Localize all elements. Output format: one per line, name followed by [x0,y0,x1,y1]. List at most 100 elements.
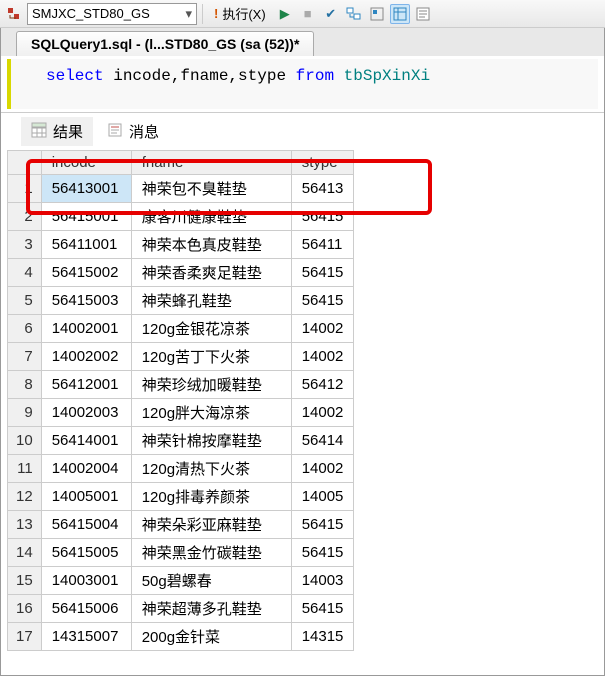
cell-incode[interactable]: 56414001 [41,427,131,455]
table-row[interactable]: 1214005001120g排毒养颜茶14005 [8,483,354,511]
cell-stype[interactable]: 56415 [291,511,354,539]
cell-incode[interactable]: 14005001 [41,483,131,511]
change-connection-icon[interactable] [4,4,24,24]
row-number: 17 [8,623,42,651]
cell-fname[interactable]: 200g金针菜 [131,623,291,651]
parse-check-icon[interactable]: ✔ [321,4,341,24]
message-icon [107,122,123,142]
table-row[interactable]: 714002002120g苦丁下火茶14002 [8,343,354,371]
grid-icon [31,122,47,142]
cell-incode[interactable]: 56412001 [41,371,131,399]
row-number: 6 [8,315,42,343]
results-to-grid-icon[interactable] [344,4,364,24]
cell-incode[interactable]: 56415003 [41,287,131,315]
cell-incode[interactable]: 56415001 [41,203,131,231]
row-number: 13 [8,511,42,539]
cell-stype[interactable]: 14002 [291,343,354,371]
table-row[interactable]: 1714315007200g金针菜14315 [8,623,354,651]
display-estimated-plan-icon[interactable] [367,4,387,24]
cell-fname[interactable]: 神荣香柔爽足鞋垫 [131,259,291,287]
table-row[interactable]: 256415001康客川健康鞋垫56415 [8,203,354,231]
cell-incode[interactable]: 56415006 [41,595,131,623]
cell-stype[interactable]: 56415 [291,203,354,231]
table-row[interactable]: 1356415004神荣朵彩亚麻鞋垫56415 [8,511,354,539]
tab-results[interactable]: 结果 [21,117,93,146]
col-header-incode[interactable]: incode [41,151,131,175]
table-row[interactable]: 1456415005神荣黑金竹碳鞋垫56415 [8,539,354,567]
cell-fname[interactable]: 120g金银花凉茶 [131,315,291,343]
cell-stype[interactable]: 56412 [291,371,354,399]
cell-incode[interactable]: 14002004 [41,455,131,483]
cell-stype[interactable]: 56413 [291,175,354,203]
cell-incode[interactable]: 14315007 [41,623,131,651]
cell-fname[interactable]: 50g碧螺春 [131,567,291,595]
result-grid: incode fname stype 156413001神荣包不臭鞋垫56413… [7,150,354,651]
cell-stype[interactable]: 56415 [291,287,354,315]
sql-columns: incode,fname,stype [104,67,296,85]
sql-table: tbSpXinXi [334,67,430,85]
cell-fname[interactable]: 神荣本色真皮鞋垫 [131,231,291,259]
file-tab-sqlquery1[interactable]: SQLQuery1.sql - (l...STD80_GS (sa (52))* [16,31,314,56]
cell-stype[interactable]: 56414 [291,427,354,455]
row-number: 11 [8,455,42,483]
table-row[interactable]: 456415002神荣香柔爽足鞋垫56415 [8,259,354,287]
cell-fname[interactable]: 神荣珍绒加暖鞋垫 [131,371,291,399]
table-row[interactable]: 356411001神荣本色真皮鞋垫56411 [8,231,354,259]
cell-fname[interactable]: 神荣针棉按摩鞋垫 [131,427,291,455]
cell-incode[interactable]: 56415002 [41,259,131,287]
cell-fname[interactable]: 神荣超薄多孔鞋垫 [131,595,291,623]
cell-stype[interactable]: 14003 [291,567,354,595]
row-number: 8 [8,371,42,399]
cell-incode[interactable]: 14002002 [41,343,131,371]
cell-stype[interactable]: 56415 [291,539,354,567]
table-row[interactable]: 914002003120g胖大海凉茶14002 [8,399,354,427]
cell-fname[interactable]: 神荣包不臭鞋垫 [131,175,291,203]
database-dropdown[interactable]: SMJXC_STD80_GS ▾ [27,3,197,25]
chevron-down-icon: ▾ [185,6,192,22]
cell-incode[interactable]: 56411001 [41,231,131,259]
cell-fname[interactable]: 康客川健康鞋垫 [131,203,291,231]
cell-stype[interactable]: 14002 [291,455,354,483]
col-header-fname[interactable]: fname [131,151,291,175]
stop-icon[interactable]: ■ [298,4,318,24]
row-number: 9 [8,399,42,427]
col-header-stype[interactable]: stype [291,151,354,175]
row-number: 10 [8,427,42,455]
table-row[interactable]: 156413001神荣包不臭鞋垫56413 [8,175,354,203]
table-row[interactable]: 556415003神荣蜂孔鞋垫56415 [8,287,354,315]
debug-play-icon[interactable]: ▶ [275,4,295,24]
cell-stype[interactable]: 14005 [291,483,354,511]
cell-fname[interactable]: 神荣黑金竹碳鞋垫 [131,539,291,567]
tab-messages[interactable]: 消息 [97,117,169,146]
execute-button[interactable]: ! 执行(X) [208,3,272,25]
sql-editor[interactable]: select incode,fname,stype from tbSpXinXi [7,59,598,109]
table-row[interactable]: 614002001120g金银花凉茶14002 [8,315,354,343]
table-row[interactable]: 1656415006神荣超薄多孔鞋垫56415 [8,595,354,623]
cell-incode[interactable]: 56413001 [41,175,131,203]
table-row[interactable]: 1114002004120g清热下火茶14002 [8,455,354,483]
main-area: SQLQuery1.sql - (l...STD80_GS (sa (52))*… [0,28,605,676]
cell-stype[interactable]: 56415 [291,595,354,623]
table-row[interactable]: 856412001神荣珍绒加暖鞋垫56412 [8,371,354,399]
cell-fname[interactable]: 120g清热下火茶 [131,455,291,483]
cell-stype[interactable]: 14002 [291,315,354,343]
cell-incode[interactable]: 14002001 [41,315,131,343]
cell-incode[interactable]: 14003001 [41,567,131,595]
cell-fname[interactable]: 神荣蜂孔鞋垫 [131,287,291,315]
cell-fname[interactable]: 120g苦丁下火茶 [131,343,291,371]
cell-fname[interactable]: 120g排毒养颜茶 [131,483,291,511]
cell-fname[interactable]: 120g胖大海凉茶 [131,399,291,427]
cell-stype[interactable]: 56411 [291,231,354,259]
result-grid-wrap[interactable]: incode fname stype 156413001神荣包不臭鞋垫56413… [7,150,598,669]
include-actual-plan-icon[interactable] [390,4,410,24]
table-row[interactable]: 151400300150g碧螺春14003 [8,567,354,595]
cell-stype[interactable]: 14315 [291,623,354,651]
cell-incode[interactable]: 14002003 [41,399,131,427]
table-row[interactable]: 1056414001神荣针棉按摩鞋垫56414 [8,427,354,455]
cell-stype[interactable]: 56415 [291,259,354,287]
cell-fname[interactable]: 神荣朵彩亚麻鞋垫 [131,511,291,539]
results-to-text-icon[interactable] [413,4,433,24]
cell-incode[interactable]: 56415005 [41,539,131,567]
cell-incode[interactable]: 56415004 [41,511,131,539]
cell-stype[interactable]: 14002 [291,399,354,427]
